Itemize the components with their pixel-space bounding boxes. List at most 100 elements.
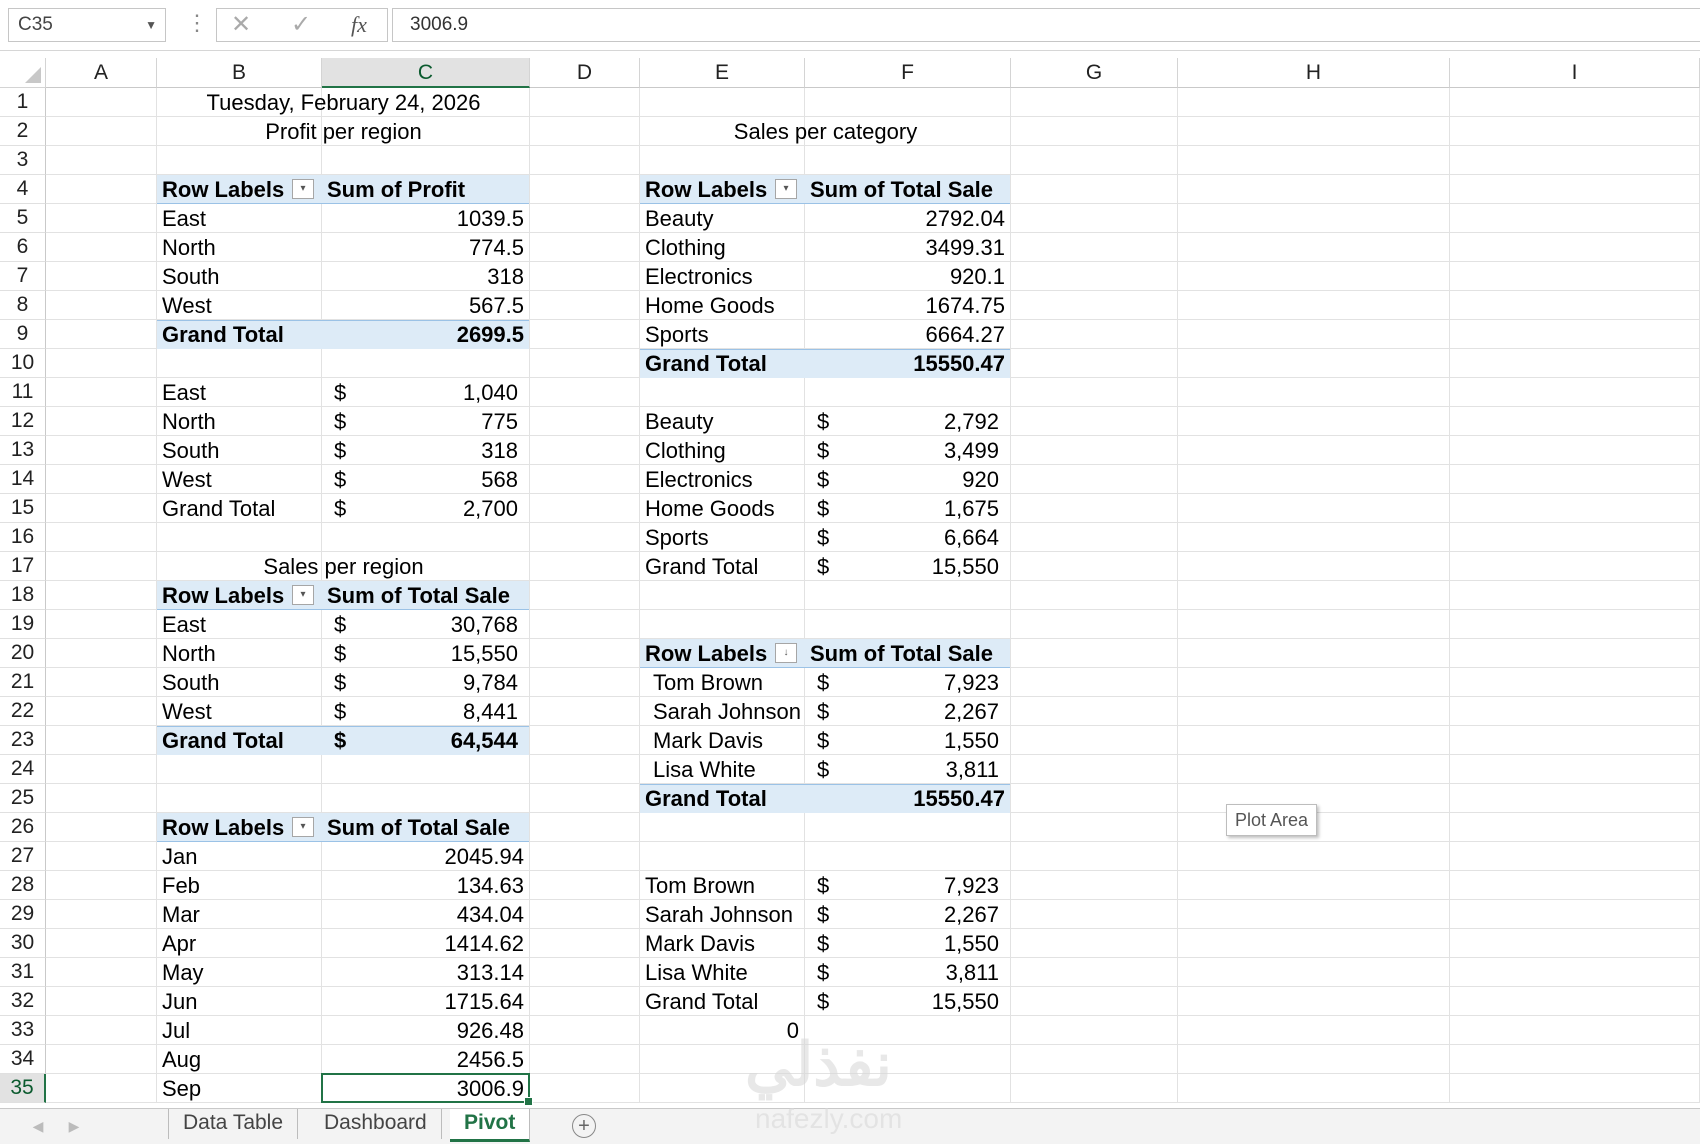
pivot-row-label[interactable]: Jun: [157, 987, 322, 1016]
row-header-31[interactable]: 31: [0, 958, 46, 987]
pivot-row-value[interactable]: 2456.5: [322, 1045, 530, 1074]
pivot-row-label[interactable]: South: [157, 262, 322, 291]
column-header-h[interactable]: H: [1178, 58, 1450, 88]
tab-data-table[interactable]: Data Table: [168, 1109, 299, 1139]
row-header-34[interactable]: 34: [0, 1045, 46, 1074]
pivot-grand-total-label[interactable]: Grand Total: [157, 320, 322, 349]
pivot-grand-total-label[interactable]: Grand Total: [157, 726, 322, 755]
list-item-value[interactable]: 15,550: [805, 552, 1011, 581]
list-item-label[interactable]: West: [157, 465, 322, 494]
list-item-label[interactable]: Tom Brown: [640, 871, 805, 900]
filter-dropdown-icon[interactable]: ▾: [292, 817, 314, 837]
name-box[interactable]: C35 ▼: [8, 8, 166, 42]
list-item-label[interactable]: Clothing: [640, 436, 805, 465]
column-header-f[interactable]: F: [805, 58, 1011, 88]
pivot-row-value[interactable]: 926.48: [322, 1016, 530, 1045]
list-item-value[interactable]: 1,675: [805, 494, 1011, 523]
pivot-row-label[interactable]: Aug: [157, 1045, 322, 1074]
row-header-7[interactable]: 7: [0, 262, 46, 291]
tab-dashboard[interactable]: Dashboard: [310, 1109, 442, 1139]
pivot-row-label[interactable]: May: [157, 958, 322, 987]
pivot-row-label[interactable]: Clothing: [640, 233, 805, 262]
pivot-row-label[interactable]: Electronics: [640, 262, 805, 291]
list-item-value[interactable]: 1,550: [805, 929, 1011, 958]
row-header-27[interactable]: 27: [0, 842, 46, 871]
formula-input[interactable]: 3006.9: [392, 8, 1700, 42]
list-item-value[interactable]: 7,923: [805, 871, 1011, 900]
row-header-29[interactable]: 29: [0, 900, 46, 929]
pivot-row-label[interactable]: Apr: [157, 929, 322, 958]
pivot-row-label[interactable]: Home Goods: [640, 291, 805, 320]
list-item-value[interactable]: 775: [322, 407, 530, 436]
column-header-d[interactable]: D: [530, 58, 640, 88]
pivot-row-label[interactable]: South: [157, 668, 322, 697]
row-header-3[interactable]: 3: [0, 146, 46, 175]
pivot-row-value[interactable]: 1715.64: [322, 987, 530, 1016]
filter-dropdown-icon[interactable]: ▾: [292, 179, 314, 199]
row-header-30[interactable]: 30: [0, 929, 46, 958]
cell-profit-title[interactable]: Profit per region: [157, 117, 530, 146]
list-item-label[interactable]: Lisa White: [640, 958, 805, 987]
list-item-value[interactable]: 920: [805, 465, 1011, 494]
chevron-down-icon[interactable]: ▼: [145, 9, 157, 41]
pivot-row-value[interactable]: 567.5: [322, 291, 530, 320]
row-header-17[interactable]: 17: [0, 552, 46, 581]
pivot-row-label[interactable]: Sarah Johnson: [640, 697, 805, 726]
pivot-sum-of-profit-header[interactable]: Sum of Profit: [322, 175, 530, 204]
pivot-row-value[interactable]: 134.63: [322, 871, 530, 900]
pivot-row-value[interactable]: 3,811: [805, 755, 1011, 784]
row-header-25[interactable]: 25: [0, 784, 46, 813]
pivot-grand-total-value[interactable]: 15550.47: [805, 784, 1011, 813]
row-header-12[interactable]: 12: [0, 407, 46, 436]
filter-dropdown-icon[interactable]: ▾: [292, 585, 314, 605]
pivot-sum-total-sale-header[interactable]: Sum of Total Sale: [805, 639, 1011, 668]
cell-category-title[interactable]: Sales per category: [640, 117, 1011, 146]
row-header-20[interactable]: 20: [0, 639, 46, 668]
row-header-14[interactable]: 14: [0, 465, 46, 494]
filter-dropdown-icon[interactable]: ↓: [775, 643, 797, 663]
pivot-row-value[interactable]: 1,550: [805, 726, 1011, 755]
row-header-10[interactable]: 10: [0, 349, 46, 378]
list-item-label[interactable]: Electronics: [640, 465, 805, 494]
list-item-label[interactable]: Grand Total: [640, 552, 805, 581]
row-header-26[interactable]: 26: [0, 813, 46, 842]
pivot-row-label[interactable]: Lisa White: [640, 755, 805, 784]
column-header-i[interactable]: I: [1450, 58, 1700, 88]
tab-pivot[interactable]: Pivot: [450, 1109, 531, 1142]
pivot-row-label[interactable]: East: [157, 610, 322, 639]
list-item-label[interactable]: Mark Davis: [640, 929, 805, 958]
pivot-row-label[interactable]: Tom Brown: [640, 668, 805, 697]
pivot-grand-total-label[interactable]: Grand Total: [640, 349, 805, 378]
row-header-19[interactable]: 19: [0, 610, 46, 639]
scroll-left-icon[interactable]: ◀: [28, 1115, 48, 1137]
list-item-label[interactable]: Grand Total: [640, 987, 805, 1016]
pivot-row-label[interactable]: Sports: [640, 320, 805, 349]
row-header-28[interactable]: 28: [0, 871, 46, 900]
list-item-value[interactable]: 3,811: [805, 958, 1011, 987]
pivot-row-value[interactable]: 1039.5: [322, 204, 530, 233]
row-header-35[interactable]: 35: [0, 1074, 46, 1103]
list-item-label[interactable]: South: [157, 436, 322, 465]
list-item-value[interactable]: 6,664: [805, 523, 1011, 552]
row-header-6[interactable]: 6: [0, 233, 46, 262]
pivot-grand-total-label[interactable]: Grand Total: [640, 784, 805, 813]
pivot-row-value[interactable]: 1414.62: [322, 929, 530, 958]
row-header-32[interactable]: 32: [0, 987, 46, 1016]
list-item-value[interactable]: 1,040: [322, 378, 530, 407]
row-header-22[interactable]: 22: [0, 697, 46, 726]
filter-dropdown-icon[interactable]: ▾: [775, 179, 797, 199]
row-header-23[interactable]: 23: [0, 726, 46, 755]
pivot-row-value[interactable]: 6664.27: [805, 320, 1011, 349]
pivot-row-label[interactable]: West: [157, 291, 322, 320]
list-item-label[interactable]: Sarah Johnson: [640, 900, 805, 929]
row-header-16[interactable]: 16: [0, 523, 46, 552]
pivot-row-value[interactable]: 2792.04: [805, 204, 1011, 233]
column-header-b[interactable]: B: [157, 58, 322, 88]
pivot-grand-total-value[interactable]: 64,544: [322, 726, 530, 755]
row-header-18[interactable]: 18: [0, 581, 46, 610]
pivot-row-value[interactable]: 774.5: [322, 233, 530, 262]
cancel-icon[interactable]: ✕: [217, 9, 265, 41]
pivot-row-label[interactable]: North: [157, 639, 322, 668]
list-item-label[interactable]: East: [157, 378, 322, 407]
pivot-sum-total-sale-header[interactable]: Sum of Total Sale: [322, 581, 530, 610]
